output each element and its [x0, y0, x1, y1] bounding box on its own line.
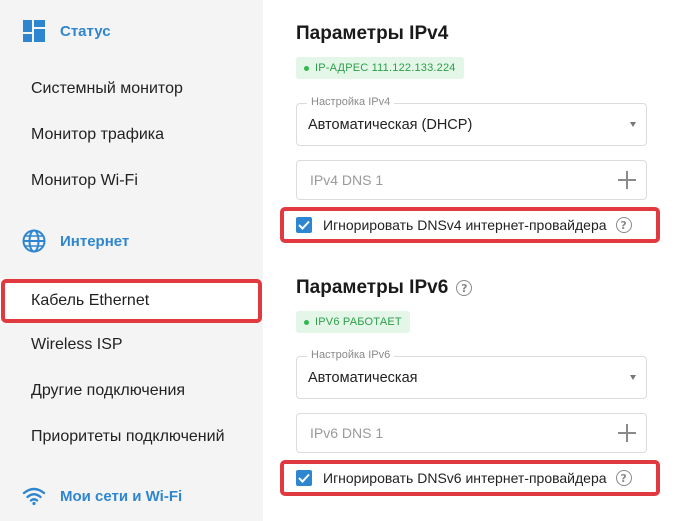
highlight-ethernet [1, 279, 262, 323]
plus-icon[interactable] [618, 171, 636, 189]
ipv6-setting-value: Автоматическая [308, 370, 418, 386]
ipv6-title: Параметры IPv6 ? [296, 277, 473, 299]
caret-down-icon [630, 122, 636, 127]
sidebar-item-traffic-monitor[interactable]: Монитор трафика [0, 113, 263, 157]
sidebar-item-connection-priorities[interactable]: Приоритеты подключений [0, 415, 263, 459]
sidebar-section-networks[interactable]: Мои сети и Wi-Fi [22, 483, 182, 509]
ipv4-dns-field [296, 160, 647, 200]
sidebar-section-label: Интернет [60, 232, 130, 250]
status-dot-icon [304, 319, 309, 325]
sidebar: Статус Системный монитор Монитор трафика… [0, 0, 263, 521]
ipv6-badge-text: IPV6 РАБОТАЕТ [315, 316, 402, 328]
status-dot-icon [304, 65, 309, 71]
sidebar-section-label: Статус [60, 22, 111, 40]
sidebar-item-other-connections[interactable]: Другие подключения [0, 369, 263, 413]
ipv6-setting-legend: Настройка IPv6 [307, 349, 395, 361]
ipv4-setting-value: Автоматическая (DHCP) [308, 117, 473, 133]
highlight-ipv4-ignore [280, 207, 660, 243]
sidebar-section-label: Мои сети и Wi-Fi [60, 487, 183, 505]
ipv4-dns-input[interactable] [297, 161, 607, 199]
sidebar-section-status[interactable]: Статус [22, 18, 111, 44]
ipv6-dns-input[interactable] [297, 414, 607, 452]
ipv4-title: Параметры IPv4 [296, 23, 448, 45]
ipv4-setting-select[interactable]: Настройка IPv4 Автоматическая (DHCP) [296, 96, 647, 146]
caret-down-icon [630, 375, 636, 380]
ipv4-setting-legend: Настройка IPv4 [307, 96, 395, 108]
dashboard-icon [22, 19, 46, 43]
sidebar-section-internet[interactable]: Интернет [22, 228, 129, 254]
ipv4-badge-text: IP-АДРЕС 111.122.133.224 [315, 62, 456, 74]
ipv4-status-badge: IP-АДРЕС 111.122.133.224 [296, 57, 464, 79]
sidebar-item-wireless-isp[interactable]: Wireless ISP [0, 323, 263, 367]
highlight-ipv6-ignore [280, 460, 660, 496]
sidebar-item-wifi-monitor[interactable]: Монитор Wi-Fi [0, 159, 263, 203]
ipv6-setting-select[interactable]: Настройка IPv6 Автоматическая [296, 349, 647, 399]
plus-icon[interactable] [618, 424, 636, 442]
ipv6-dns-field [296, 413, 647, 453]
globe-icon [22, 229, 46, 253]
wifi-icon [22, 484, 46, 508]
sidebar-item-system-monitor[interactable]: Системный монитор [0, 67, 263, 111]
ipv6-status-badge: IPV6 РАБОТАЕТ [296, 311, 410, 333]
main-content: Параметры IPv4 IP-АДРЕС 111.122.133.224 … [263, 0, 679, 521]
ipv6-title-text: Параметры IPv6 [296, 277, 449, 298]
ipv4-title-text: Параметры IPv4 [296, 23, 449, 44]
help-icon[interactable]: ? [456, 280, 473, 296]
